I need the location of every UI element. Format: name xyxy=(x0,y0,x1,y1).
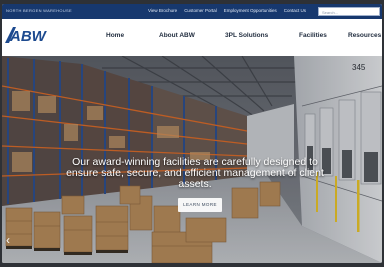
browser-viewport: NORTH BERGEN WAREHOUSE View Brochure Cus… xyxy=(2,4,382,263)
brochure-link[interactable]: View Brochure xyxy=(148,8,177,13)
hero-banner: 345 Our award-winning facilities are car… xyxy=(2,56,382,263)
utility-bar: NORTH BERGEN WAREHOUSE View Brochure Cus… xyxy=(2,4,382,19)
nav-resources[interactable]: Resources xyxy=(348,32,381,39)
nav-home[interactable]: Home xyxy=(106,32,124,39)
logo-text: ABW xyxy=(9,28,48,45)
location-tagline: NORTH BERGEN WAREHOUSE xyxy=(6,8,72,13)
customer-portal-link[interactable]: Customer Portal xyxy=(184,8,217,13)
contact-link[interactable]: Contact Us xyxy=(284,8,306,13)
employment-link[interactable]: Employment Opportunities xyxy=(224,8,277,13)
carousel-prev-arrow[interactable]: ‹ xyxy=(6,233,10,247)
learn-more-button[interactable]: LEARN MORE xyxy=(178,198,222,212)
utility-links: View Brochure Customer Portal Employment… xyxy=(148,8,306,13)
abw-logo[interactable]: ABW xyxy=(5,25,55,45)
search-input[interactable]: Search... xyxy=(318,7,380,16)
nav-3pl-solutions[interactable]: 3PL Solutions xyxy=(225,32,268,39)
nav-facilities[interactable]: Facilities xyxy=(299,32,327,39)
nav-about[interactable]: About ABW xyxy=(159,32,195,39)
hero-headline: Our award-winning facilities are careful… xyxy=(66,156,324,190)
search-placeholder: Search... xyxy=(322,10,339,15)
